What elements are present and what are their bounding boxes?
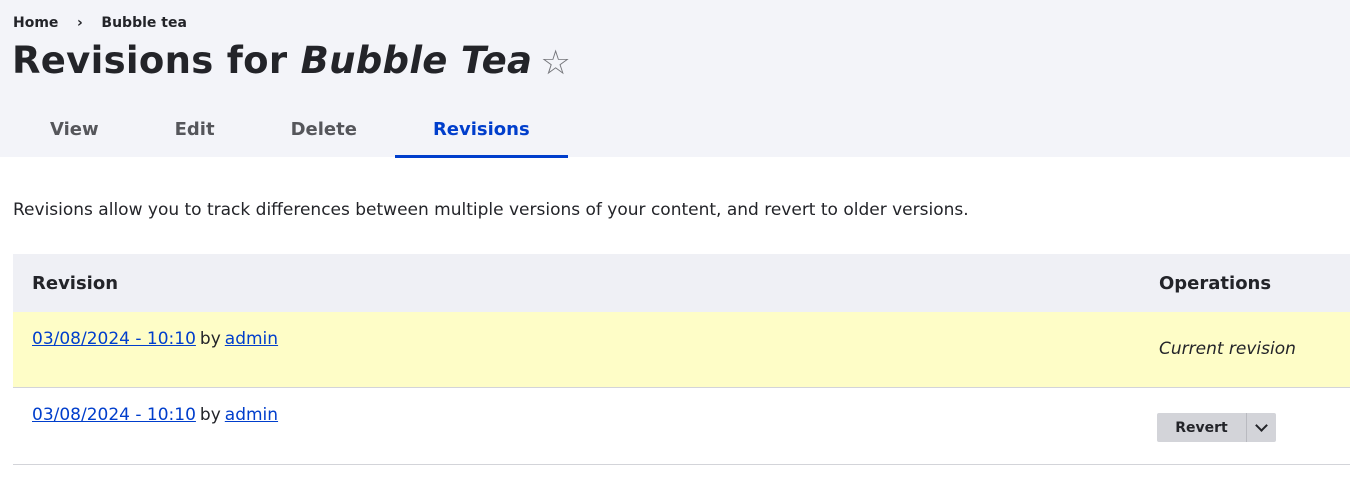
revision-by-text: by [199, 329, 221, 349]
revisions-description: Revisions allow you to track differences… [13, 200, 969, 220]
revision-meta: 03/08/2024 - 10:10 by admin [32, 329, 278, 349]
revision-date-link[interactable]: 03/08/2024 - 10:10 [32, 329, 196, 349]
primary-tabs: View Edit Delete Revisions [12, 101, 568, 158]
chevron-down-icon [1255, 418, 1268, 432]
breadcrumb-home-link[interactable]: Home [13, 15, 58, 31]
revision-meta: 03/08/2024 - 10:10 by admin [32, 405, 278, 425]
breadcrumb-separator-icon: › [77, 15, 83, 31]
title-node-name: Bubble Tea [300, 39, 533, 82]
revision-author-link[interactable]: admin [225, 329, 278, 349]
title-prefix: Revisions for [12, 39, 301, 82]
revision-date-link[interactable]: 03/08/2024 - 10:10 [32, 405, 196, 425]
table-header: Revision Operations [13, 254, 1350, 312]
page-title: Revisions for Bubble Tea ☆ [12, 37, 571, 89]
tab-delete[interactable]: Delete [253, 101, 395, 158]
page-header: Home › Bubble tea Revisions for Bubble T… [0, 0, 1350, 158]
revisions-table: Revision Operations 03/08/2024 - 10:10 by… [13, 254, 1350, 465]
column-header-revision: Revision [32, 273, 119, 294]
table-row: 03/08/2024 - 10:10 by admin Revert [13, 388, 1350, 465]
revert-button[interactable]: Revert [1157, 413, 1246, 442]
breadcrumb: Home › Bubble tea [13, 15, 187, 31]
revert-split-button: Revert [1157, 413, 1276, 442]
operations-dropdown-toggle[interactable] [1246, 413, 1276, 442]
table-row-current: 03/08/2024 - 10:10 by admin Current revisi… [13, 312, 1350, 388]
breadcrumb-bubble-tea-link[interactable]: Bubble tea [101, 15, 186, 31]
tab-view[interactable]: View [12, 101, 137, 158]
revision-by-text: by [199, 405, 221, 425]
star-icon[interactable]: ☆ [540, 37, 571, 89]
current-revision-label: Current revision [1159, 339, 1296, 359]
revision-author-link[interactable]: admin [225, 405, 278, 425]
tab-revisions[interactable]: Revisions [394, 101, 568, 158]
tab-edit[interactable]: Edit [137, 101, 253, 158]
column-header-operations: Operations [1159, 273, 1272, 294]
